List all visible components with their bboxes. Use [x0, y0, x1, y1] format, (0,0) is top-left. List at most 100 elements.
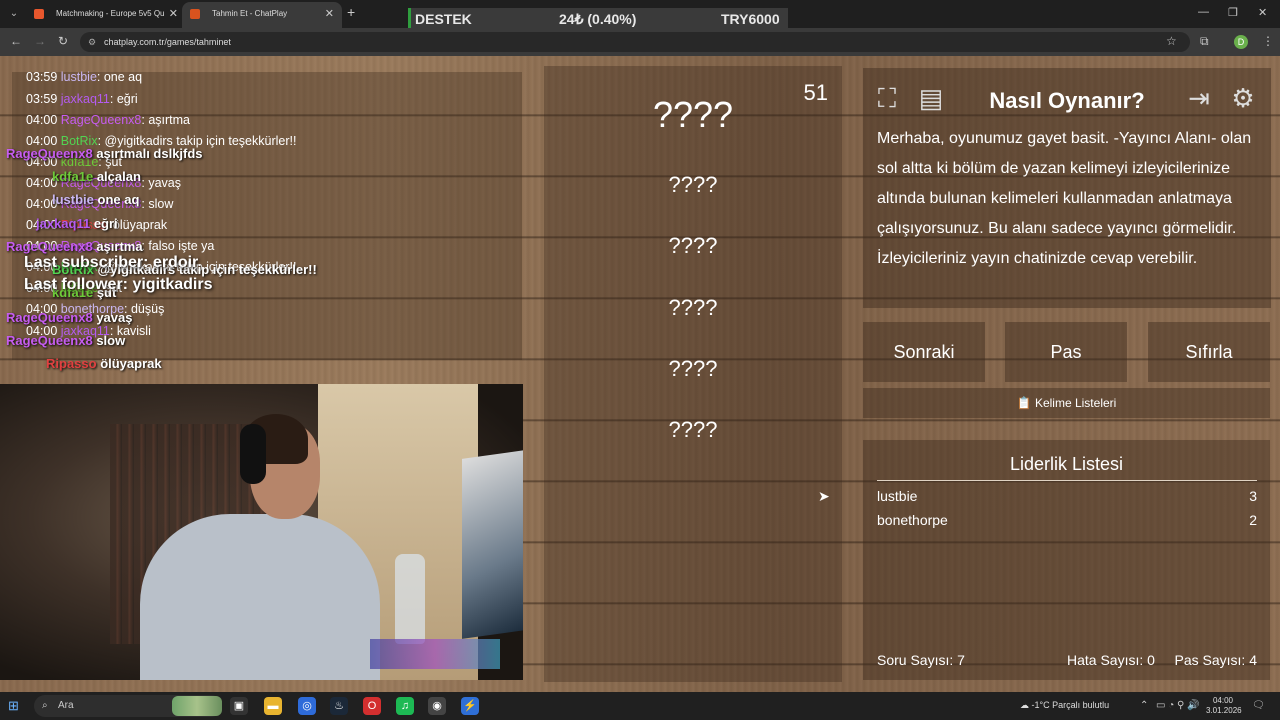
chat-text: : aşırtma — [141, 113, 191, 127]
windows-start-icon[interactable]: ⊞ — [8, 699, 22, 713]
exit-icon[interactable]: ⇥ — [1183, 82, 1215, 114]
overlay-chat-message: RageQueenx8 yavaş — [6, 310, 132, 325]
browser-tab-bar: ⌄ Matchmaking - Europe 5v5 Qu ✕ Tahmin E… — [0, 0, 1280, 30]
how-to-play-panel: ⛶ ▤ Nasıl Oynanır? ⇥ ⚙ Merhaba, oyunumuz… — [863, 68, 1271, 308]
leaderboard-row: lustbie 3 — [877, 488, 1257, 508]
chat-text: : falso işte ya — [141, 239, 215, 253]
file-explorer-icon[interactable]: ▬ — [264, 697, 282, 715]
ticker-amount: 24₺ (0.40%) — [559, 11, 637, 27]
overlay-chat-message: jaxkaq11 eğri — [36, 216, 118, 231]
leaderboard-panel: Liderlik Listesi lustbie 3 bonethorpe 2 … — [863, 440, 1270, 680]
search-placeholder: Ara — [58, 700, 74, 711]
player-name: bonethorpe — [877, 512, 948, 528]
chat-username[interactable]: jaxkaq11 — [61, 92, 110, 106]
overlay-username: jaxkaq11 — [36, 216, 94, 231]
menu-kebab-icon[interactable]: ⋮ — [1262, 34, 1274, 48]
close-tab-icon[interactable]: ✕ — [169, 2, 178, 26]
weather-widget[interactable]: ☁ -1°C Parçalı bulutlu — [1020, 700, 1109, 711]
chat-message: 03:59 lustbie: one aq — [26, 70, 142, 84]
chat-text: : eğri — [109, 92, 138, 106]
overlay-username: lustbie — [52, 192, 98, 207]
site-info-icon[interactable]: ⚙ — [88, 32, 96, 52]
opera-icon[interactable]: O — [363, 697, 381, 715]
overlay-username: RageQueenx8 — [6, 146, 97, 161]
minimize-icon[interactable]: — — [1198, 6, 1209, 18]
player-score: 2 — [1249, 512, 1257, 528]
search-icon: ⌕ — [42, 700, 48, 711]
tab-title: Tahmin Et - ChatPlay — [212, 9, 288, 18]
new-tab-icon[interactable]: + — [347, 4, 355, 20]
pass-button[interactable]: Pas — [1005, 322, 1127, 382]
leaderboard-row: bonethorpe 2 — [877, 512, 1257, 532]
how-to-play-text: Merhaba, oyunumuz gayet basit. -Yayıncı … — [877, 130, 1252, 267]
windows-taskbar: ⊞ ⌕ Ara ▣ ▬ ◎ ♨ O ♫ ◉ ⚡ ☁ -1°C Parçalı b… — [0, 692, 1280, 720]
back-icon[interactable]: ← — [10, 34, 22, 48]
forward-icon[interactable]: → — [34, 34, 46, 48]
overlay-username: RageQueenx8 — [6, 310, 97, 325]
overlay-text: slow — [96, 333, 126, 348]
browser-tab-matchmaking[interactable]: Matchmaking - Europe 5v5 Qu ✕ — [26, 2, 186, 28]
chat-message: 03:59 jaxkaq11: eğri — [26, 92, 138, 106]
divider — [877, 480, 1257, 481]
question-count: Soru Sayısı: 7 — [877, 652, 965, 668]
chatplay-favicon-icon — [190, 9, 200, 19]
chat-message: 04:00 RageQueenx8: aşırtma — [26, 113, 190, 127]
chat-username[interactable]: lustbie — [61, 70, 97, 84]
game-page: 03:59 lustbie: one aq 03:59 jaxkaq11: eğr… — [0, 56, 1280, 692]
forbidden-word: ???? — [668, 233, 718, 258]
forbidden-word: ???? — [668, 295, 718, 320]
spotify-icon[interactable]: ♫ — [396, 697, 414, 715]
overlay-chat-message: RageQueenx8 aşırtmalı dslkjfds — [6, 146, 203, 161]
forbidden-word: ???? — [668, 356, 718, 381]
extensions-icon[interactable]: ⧉ — [1200, 34, 1209, 49]
overlay-text: yavaş — [96, 310, 133, 325]
clipboard-icon: 📋 — [1016, 396, 1032, 410]
tab-title: Matchmaking - Europe 5v5 Qu — [56, 9, 165, 18]
taskbar-clock[interactable]: 04:00 3.01.2026 — [1206, 696, 1242, 716]
donation-ticker: DESTEK 24₺ (0.40%) TRY6000 — [408, 8, 788, 30]
chat-text: : yavaş — [141, 176, 181, 190]
profile-avatar[interactable]: D — [1234, 35, 1248, 49]
search-highlight-image[interactable] — [172, 696, 222, 716]
last-follower: Last follower: yigitkadirs — [24, 276, 213, 293]
chat-timestamp: 03:59 — [26, 92, 61, 106]
tray-icons[interactable]: ▭ ◔ ⚲ 🔊 — [1156, 700, 1200, 711]
clock-date: 3.01.2026 — [1206, 706, 1242, 715]
overlay-text: aşırtmalı dslkjfds — [96, 146, 203, 161]
browser-tab-chatplay[interactable]: Tahmin Et - ChatPlay ✕ — [182, 2, 342, 28]
word-lists-button[interactable]: 📋 Kelime Listeleri — [863, 388, 1270, 418]
task-view-icon[interactable]: ▣ — [230, 697, 248, 715]
chrome-icon[interactable]: ◎ — [298, 697, 316, 715]
url-field[interactable]: ⚙ chatplay.com.tr/games/tahminet — [80, 32, 1190, 52]
webcam-feed — [0, 384, 523, 680]
close-tab-icon[interactable]: ✕ — [325, 2, 334, 26]
water-bottle — [395, 554, 425, 644]
reset-button[interactable]: Sıfırla — [1148, 322, 1270, 382]
game-stats: Soru Sayısı: 7 Hata Sayısı: 0 Pas Sayısı… — [877, 652, 1257, 672]
mouse-cursor-icon: ➤ — [818, 488, 830, 504]
obs-icon[interactable]: ◉ — [428, 697, 446, 715]
notifications-icon[interactable]: 🗨 — [1252, 700, 1265, 711]
close-window-icon[interactable]: ✕ — [1258, 6, 1267, 19]
hidden-word: ???? — [652, 94, 734, 135]
chat-username[interactable]: RageQueenx8 — [61, 113, 142, 127]
overlay-chat-message: Ripasso ölüyaprak — [46, 356, 162, 371]
overlay-text: aşırtma — [96, 239, 143, 254]
reload-icon[interactable]: ↻ — [58, 34, 68, 48]
restore-icon[interactable]: ❐ — [1228, 6, 1238, 19]
forbidden-word: ???? — [668, 417, 718, 442]
overlay-chat-message: kdfa1e alçalan — [52, 169, 141, 184]
gear-icon[interactable]: ⚙ — [1227, 82, 1259, 114]
bookmark-star-icon[interactable]: ☆ — [1166, 34, 1177, 48]
word-card: 51 ???? ???? ???? ???? ???? ???? — [544, 66, 842, 682]
next-button[interactable]: Sonraki — [863, 322, 985, 382]
player-name: lustbie — [877, 488, 918, 504]
app-icon[interactable]: ⚡ — [461, 697, 479, 715]
tray-chevron-icon[interactable]: ⌃ — [1140, 700, 1148, 711]
overlay-text: ölüyaprak — [100, 356, 162, 371]
tab-search-icon[interactable]: ⌄ — [6, 6, 22, 22]
address-bar-row: ← → ↻ ⚙ chatplay.com.tr/games/tahminet ☆… — [0, 28, 1280, 56]
steam-icon[interactable]: ♨ — [330, 697, 348, 715]
weather-text: -1°C Parçalı bulutlu — [1031, 700, 1110, 710]
leaderboard-title: Liderlik Listesi — [1009, 454, 1124, 474]
